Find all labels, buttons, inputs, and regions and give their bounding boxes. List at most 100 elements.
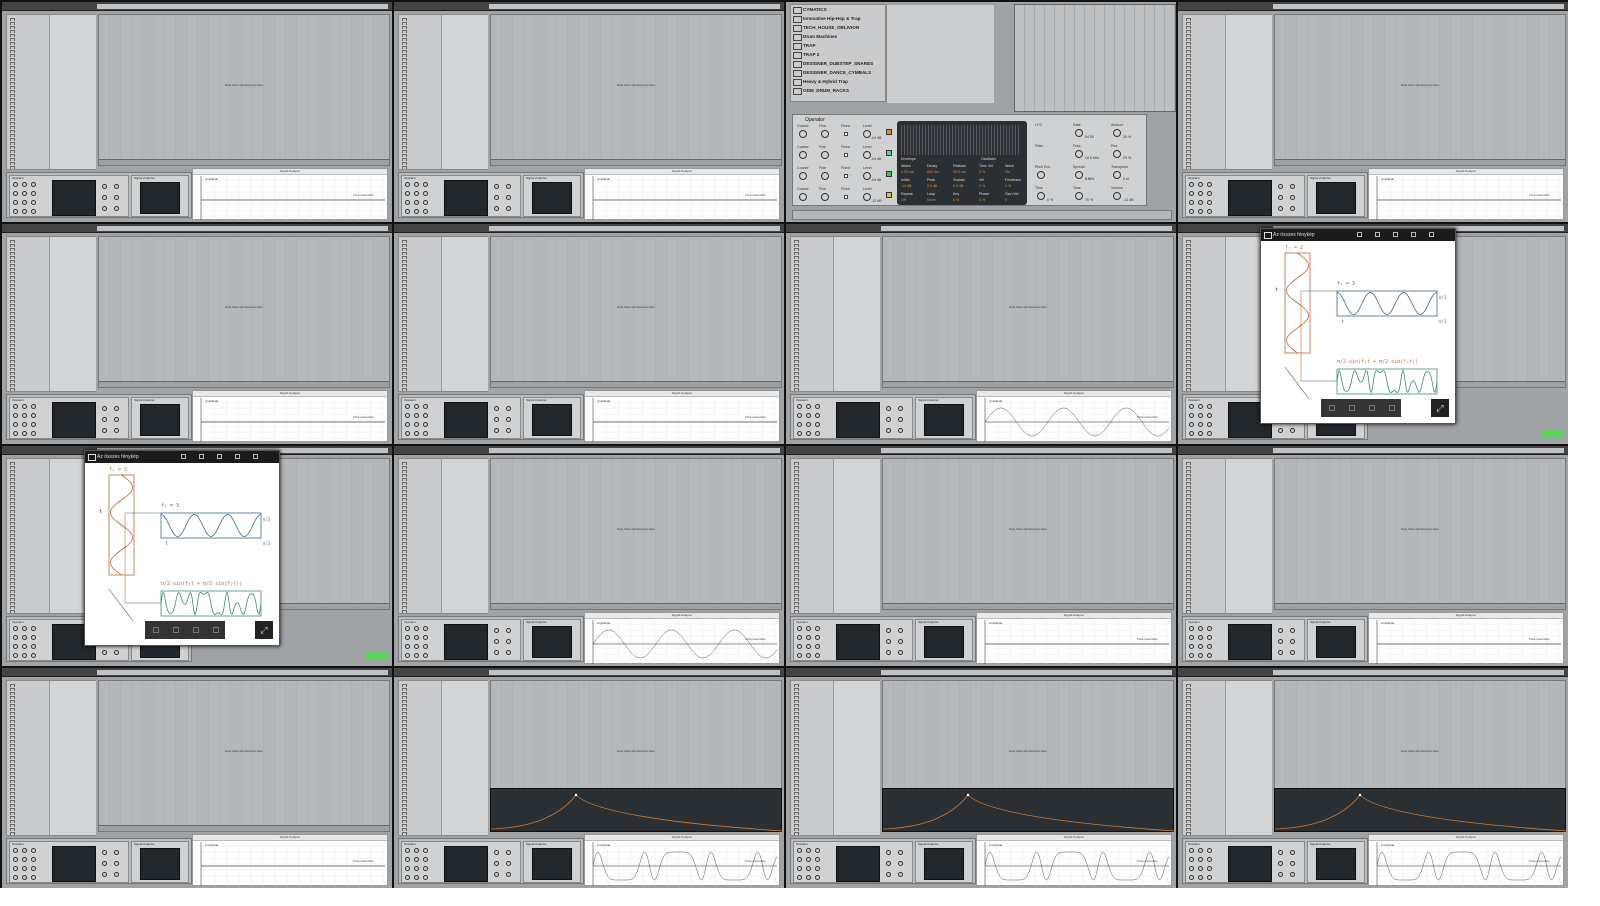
browser-item[interactable] [10,708,46,711]
knob[interactable] [1198,422,1203,427]
knob[interactable] [1113,171,1121,179]
browser-item[interactable] [10,518,46,521]
browser-item[interactable] [794,256,830,259]
knob[interactable] [797,875,802,880]
browser-item[interactable] [402,724,438,727]
browser-item[interactable] [1186,598,1222,601]
browser-item[interactable] [1186,62,1222,65]
browser-item[interactable] [1186,582,1222,585]
browser-item[interactable] [1186,478,1222,481]
knob[interactable] [31,635,36,640]
browser-item[interactable] [402,142,438,145]
knob[interactable] [22,404,27,409]
knob[interactable] [13,857,18,862]
knob[interactable] [1278,184,1283,189]
browser-item[interactable] [1186,688,1222,691]
browser-item[interactable] [402,772,438,775]
browser-folder-item[interactable]: Drum Machines [791,32,885,41]
browser-item[interactable] [402,820,438,823]
knob[interactable] [506,872,511,877]
browser-item[interactable] [794,590,830,593]
knob[interactable] [102,850,107,855]
knob[interactable] [1075,171,1083,179]
browser-item[interactable] [1186,82,1222,85]
browser-item[interactable] [402,494,438,497]
browser-item[interactable] [10,268,46,271]
browser-item[interactable] [402,118,438,121]
edit-icon[interactable] [217,454,222,459]
browser-item[interactable] [10,388,46,391]
knob[interactable] [797,431,802,436]
knob[interactable] [815,653,820,658]
browser-item[interactable] [1186,788,1222,791]
browser-item[interactable] [10,58,46,61]
knob[interactable] [815,635,820,640]
knob[interactable] [494,861,499,866]
browser-item[interactable] [1186,38,1222,41]
browser-item[interactable] [402,384,438,387]
browser-item[interactable] [402,158,438,161]
browser-item[interactable] [1186,526,1222,529]
browser-item[interactable] [402,602,438,605]
browser-item[interactable] [794,316,830,319]
browser-item[interactable] [1186,356,1222,359]
knob[interactable] [886,428,891,433]
knob[interactable] [13,404,18,409]
browser-item[interactable] [794,606,830,609]
browser-item[interactable] [1186,550,1222,553]
knob[interactable] [31,644,36,649]
browser-item[interactable] [1186,720,1222,723]
browser-item[interactable] [794,514,830,517]
browser-item[interactable] [10,364,46,367]
browser-item[interactable] [10,744,46,747]
knob[interactable] [494,195,499,200]
browser-item[interactable] [10,760,46,763]
knob[interactable] [31,200,36,205]
browser-item[interactable] [402,720,438,723]
browser-item[interactable] [10,764,46,767]
browser-item[interactable] [794,260,830,263]
knob[interactable] [1278,861,1283,866]
envelope-param-value[interactable]: 0 % [953,198,959,202]
browser-item[interactable] [402,534,438,537]
browser-item[interactable] [794,796,830,799]
slideshow-icon[interactable] [199,454,204,459]
knob[interactable] [13,191,18,196]
browser-item[interactable] [1186,86,1222,89]
browser-item[interactable] [10,752,46,755]
knob[interactable] [1189,644,1194,649]
knob[interactable] [13,644,18,649]
browser-item[interactable] [1186,280,1222,283]
knob[interactable] [1290,184,1295,189]
browser-item[interactable] [1186,272,1222,275]
knob[interactable] [13,848,18,853]
browser-item[interactable] [10,114,46,117]
browser-item[interactable] [10,336,46,339]
knob[interactable] [1278,628,1283,633]
browser-item[interactable] [10,372,46,375]
knob[interactable] [31,875,36,880]
operator-device[interactable]: Operator [1185,175,1305,217]
level-knob[interactable] [863,130,871,138]
browser-item[interactable] [402,78,438,81]
browser-item[interactable] [1186,66,1222,69]
browser-item[interactable] [402,796,438,799]
browser-item[interactable] [10,510,46,513]
browser-item[interactable] [10,776,46,779]
envelope-param-value[interactable]: 0 % [979,170,985,174]
browser-item[interactable] [794,808,830,811]
knob[interactable] [423,209,428,214]
browser-item[interactable] [402,522,438,525]
browser-item[interactable] [1186,150,1222,153]
knob[interactable] [1198,404,1203,409]
browser-item[interactable] [1186,336,1222,339]
browser-item[interactable] [10,462,46,465]
arrangement-view[interactable]: Drop Files and Devices Here [98,14,390,166]
browser-item[interactable] [402,86,438,89]
knob[interactable] [1189,200,1194,205]
browser-item[interactable] [10,380,46,383]
video-thumbnail[interactable]: Drop Files and Devices Here Operator Signa… [394,2,784,222]
browser-item[interactable] [402,284,438,287]
knob[interactable] [1189,866,1194,871]
browser-item[interactable] [794,610,830,613]
